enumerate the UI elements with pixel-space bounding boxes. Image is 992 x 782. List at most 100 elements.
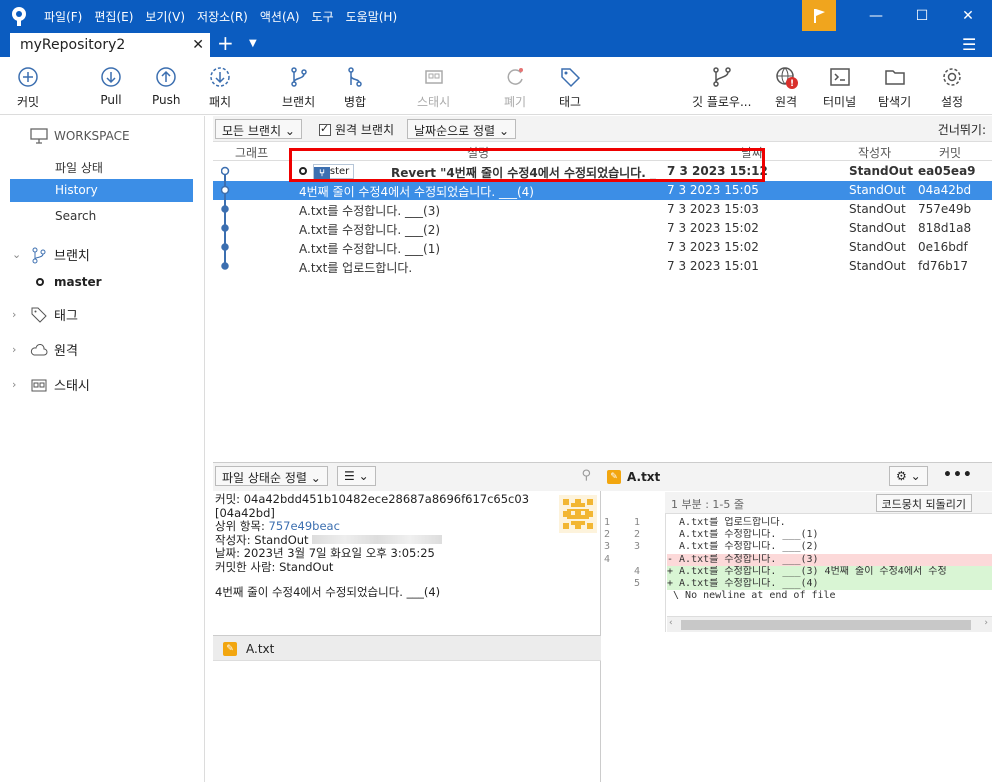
remote-button[interactable]: ! 원격 [774,65,798,110]
notification-flag-button[interactable] [802,0,836,31]
commit-row[interactable]: 4번째 줄이 수정4에서 수정되었습니다. ___(4) 7 3 2023 15:… [213,181,992,200]
col-author[interactable]: 작성자 [858,144,891,161]
diff-line-text: + A.txt를 수정합니다. ___(3) 4번째 줄이 수정4에서 수정 [667,565,992,578]
menu-help[interactable]: 도움말(H) [346,8,398,25]
diff-panel: ✎ A.txt ⚙ ⌄ ••• 1 부분 : 1-5 줄 코드뭉치 되돌리기 1… [601,462,992,782]
commit-row[interactable]: A.txt를 수정합니다. ___(3) 7 3 2023 15:03 StandO… [213,200,992,219]
cloud-icon [30,343,48,355]
graph-node[interactable] [221,166,230,176]
col-description[interactable]: 설명 [467,144,489,161]
graph-node[interactable] [221,224,229,232]
sidebar-section-stashes[interactable]: › 스태시 [12,375,90,394]
explorer-button[interactable]: 탐색기 [878,65,911,110]
commit-description: A.txt를 수정합니다. ___(1) [299,242,441,256]
terminal-icon [829,68,850,86]
changed-file-row[interactable]: ✎ A.txt [213,635,601,661]
pull-arrow-icon [101,67,121,87]
commit-author: StandOut [849,221,906,235]
commit-date: 7 3 2023 15:01 [667,259,759,273]
scroll-right-icon[interactable]: › [984,618,988,628]
author-line: 작성자: StandOut [215,532,555,548]
sort-dropdown[interactable]: 날짜순으로 정렬 ⌄ [407,119,516,139]
search-icon[interactable]: ⚲ [581,468,591,483]
commit-author: StandOut [849,202,906,216]
revert-hunk-button[interactable]: 코드뭉치 되돌리기 [875,494,972,512]
chevron-down-icon: ⌄ [284,124,295,138]
menu-file[interactable]: 파일(F) [44,8,82,25]
diff-old-line-number: 1 [604,517,611,528]
sidebar-section-tags[interactable]: › 태그 [12,305,78,324]
author-text: 작성자: StandOut [215,532,309,547]
discard-button[interactable]: 폐기 [503,65,527,110]
settings-button[interactable]: 설정 [940,65,964,110]
more-options-icon[interactable]: ••• [943,467,973,483]
fetch-button[interactable]: 패치 [208,65,232,110]
sidebar: WORKSPACE 파일 상태 History Search ⌄ 브랜치 mas… [0,116,205,782]
diff-options-dropdown[interactable]: ⚙ ⌄ [889,466,928,486]
fetch-label: 패치 [208,95,232,109]
menu-edit[interactable]: 편집(E) [94,8,133,25]
commit-row[interactable]: A.txt를 수정합니다. ___(1) 7 3 2023 15:02 StandO… [213,238,992,257]
merge-label: 병합 [343,95,367,109]
col-graph[interactable]: 그래프 [235,144,268,161]
tag-button[interactable]: 태그 [558,65,582,110]
details-toolbar: 파일 상태순 정렬 ⌄ ☰ ⌄ ⚲ [213,463,601,491]
folder-icon [884,70,905,85]
sidebar-item-search[interactable]: Search [10,205,193,228]
file-sort-dropdown[interactable]: 파일 상태순 정렬 ⌄ [215,466,328,486]
graph-node[interactable] [221,205,229,213]
commit-row[interactable]: A.txt를 업로드합니다. 7 3 2023 15:01 StandOut fd76… [213,257,992,276]
remote-branches-checkbox[interactable]: 원격 브랜치 [319,121,394,138]
commit-short-hash: [04a42bd] [215,505,275,520]
branch-filter-dropdown[interactable]: 모든 브랜치 ⌄ [215,119,302,139]
sidebar-section-branches[interactable]: ⌄ 브랜치 [12,245,90,264]
tab-list-dropdown-icon[interactable]: ▼ [249,38,257,49]
menu-view[interactable]: 보기(V) [145,8,185,25]
tag-icon [561,68,581,88]
menu-tools[interactable]: 도구 [312,8,334,25]
graph-node[interactable] [221,185,230,195]
commit-description: A.txt를 수정합니다. ___(3) [299,204,441,218]
maximize-button[interactable]: ☐ [912,6,932,26]
diff-line-text: A.txt를 수정합니다. ___(1) [667,529,819,541]
branch-tag[interactable]: ⑂ master [313,164,355,180]
close-window-button[interactable]: ✕ [958,6,978,26]
hunk-header: 1 부분 : 1-5 줄 코드뭉치 되돌리기 [665,492,992,514]
scroll-left-icon[interactable]: ‹ [669,618,673,628]
view-mode-dropdown[interactable]: ☰ ⌄ [337,466,376,486]
graph-node[interactable] [221,243,229,251]
commit-row[interactable]: ⑂ master Revert "4번째 줄이 수정4에서 수정되었습니다. _ 7 … [213,162,992,181]
commit-button[interactable]: 커밋 [16,65,40,110]
col-commit[interactable]: 커밋 [939,144,961,161]
sidebar-item-history[interactable]: History [10,179,193,202]
repo-tab[interactable]: myRepository2 ✕ [10,33,210,57]
parent-hash-link[interactable]: 757e49beac [269,519,340,533]
graph-node[interactable] [221,262,229,270]
scrollbar-thumb[interactable] [681,620,971,630]
branch-filter-label: 모든 브랜치 [222,124,282,138]
hamburger-menu-icon[interactable]: ☰ [962,35,976,54]
terminal-label: 터미널 [823,95,857,109]
push-button[interactable]: Push [152,65,181,107]
diff-new-line-number: 1 [634,517,641,528]
close-tab-icon[interactable]: ✕ [192,37,204,53]
menu-repository[interactable]: 저장소(R) [197,8,248,25]
commit-date: 7 3 2023 15:02 [667,221,759,235]
new-tab-button[interactable]: + [217,32,234,54]
sidebar-item-file-status[interactable]: 파일 상태 [10,155,193,178]
horizontal-scrollbar[interactable]: ‹ › [667,616,992,632]
sidebar-section-remotes[interactable]: › 원격 [12,340,78,359]
pull-button[interactable]: Pull [99,65,123,107]
commit-row[interactable]: A.txt를 수정합니다. ___(2) 7 3 2023 15:02 StandO… [213,219,992,238]
branch-button[interactable]: 브랜치 [282,65,315,110]
sidebar-item-master[interactable]: master [36,275,102,289]
minimize-button[interactable]: — [866,6,886,26]
terminal-button[interactable]: 터미널 [823,65,856,110]
menu-actions[interactable]: 액션(A) [260,8,300,25]
git-flow-button[interactable]: 깃 플로우... [692,65,751,110]
diff-old-line-number: 3 [604,541,611,553]
col-date[interactable]: 날짜 [741,144,763,161]
merge-button[interactable]: 병합 [343,65,367,110]
plus-circle-icon [18,67,38,87]
stash-button[interactable]: 스태시 [417,65,450,110]
